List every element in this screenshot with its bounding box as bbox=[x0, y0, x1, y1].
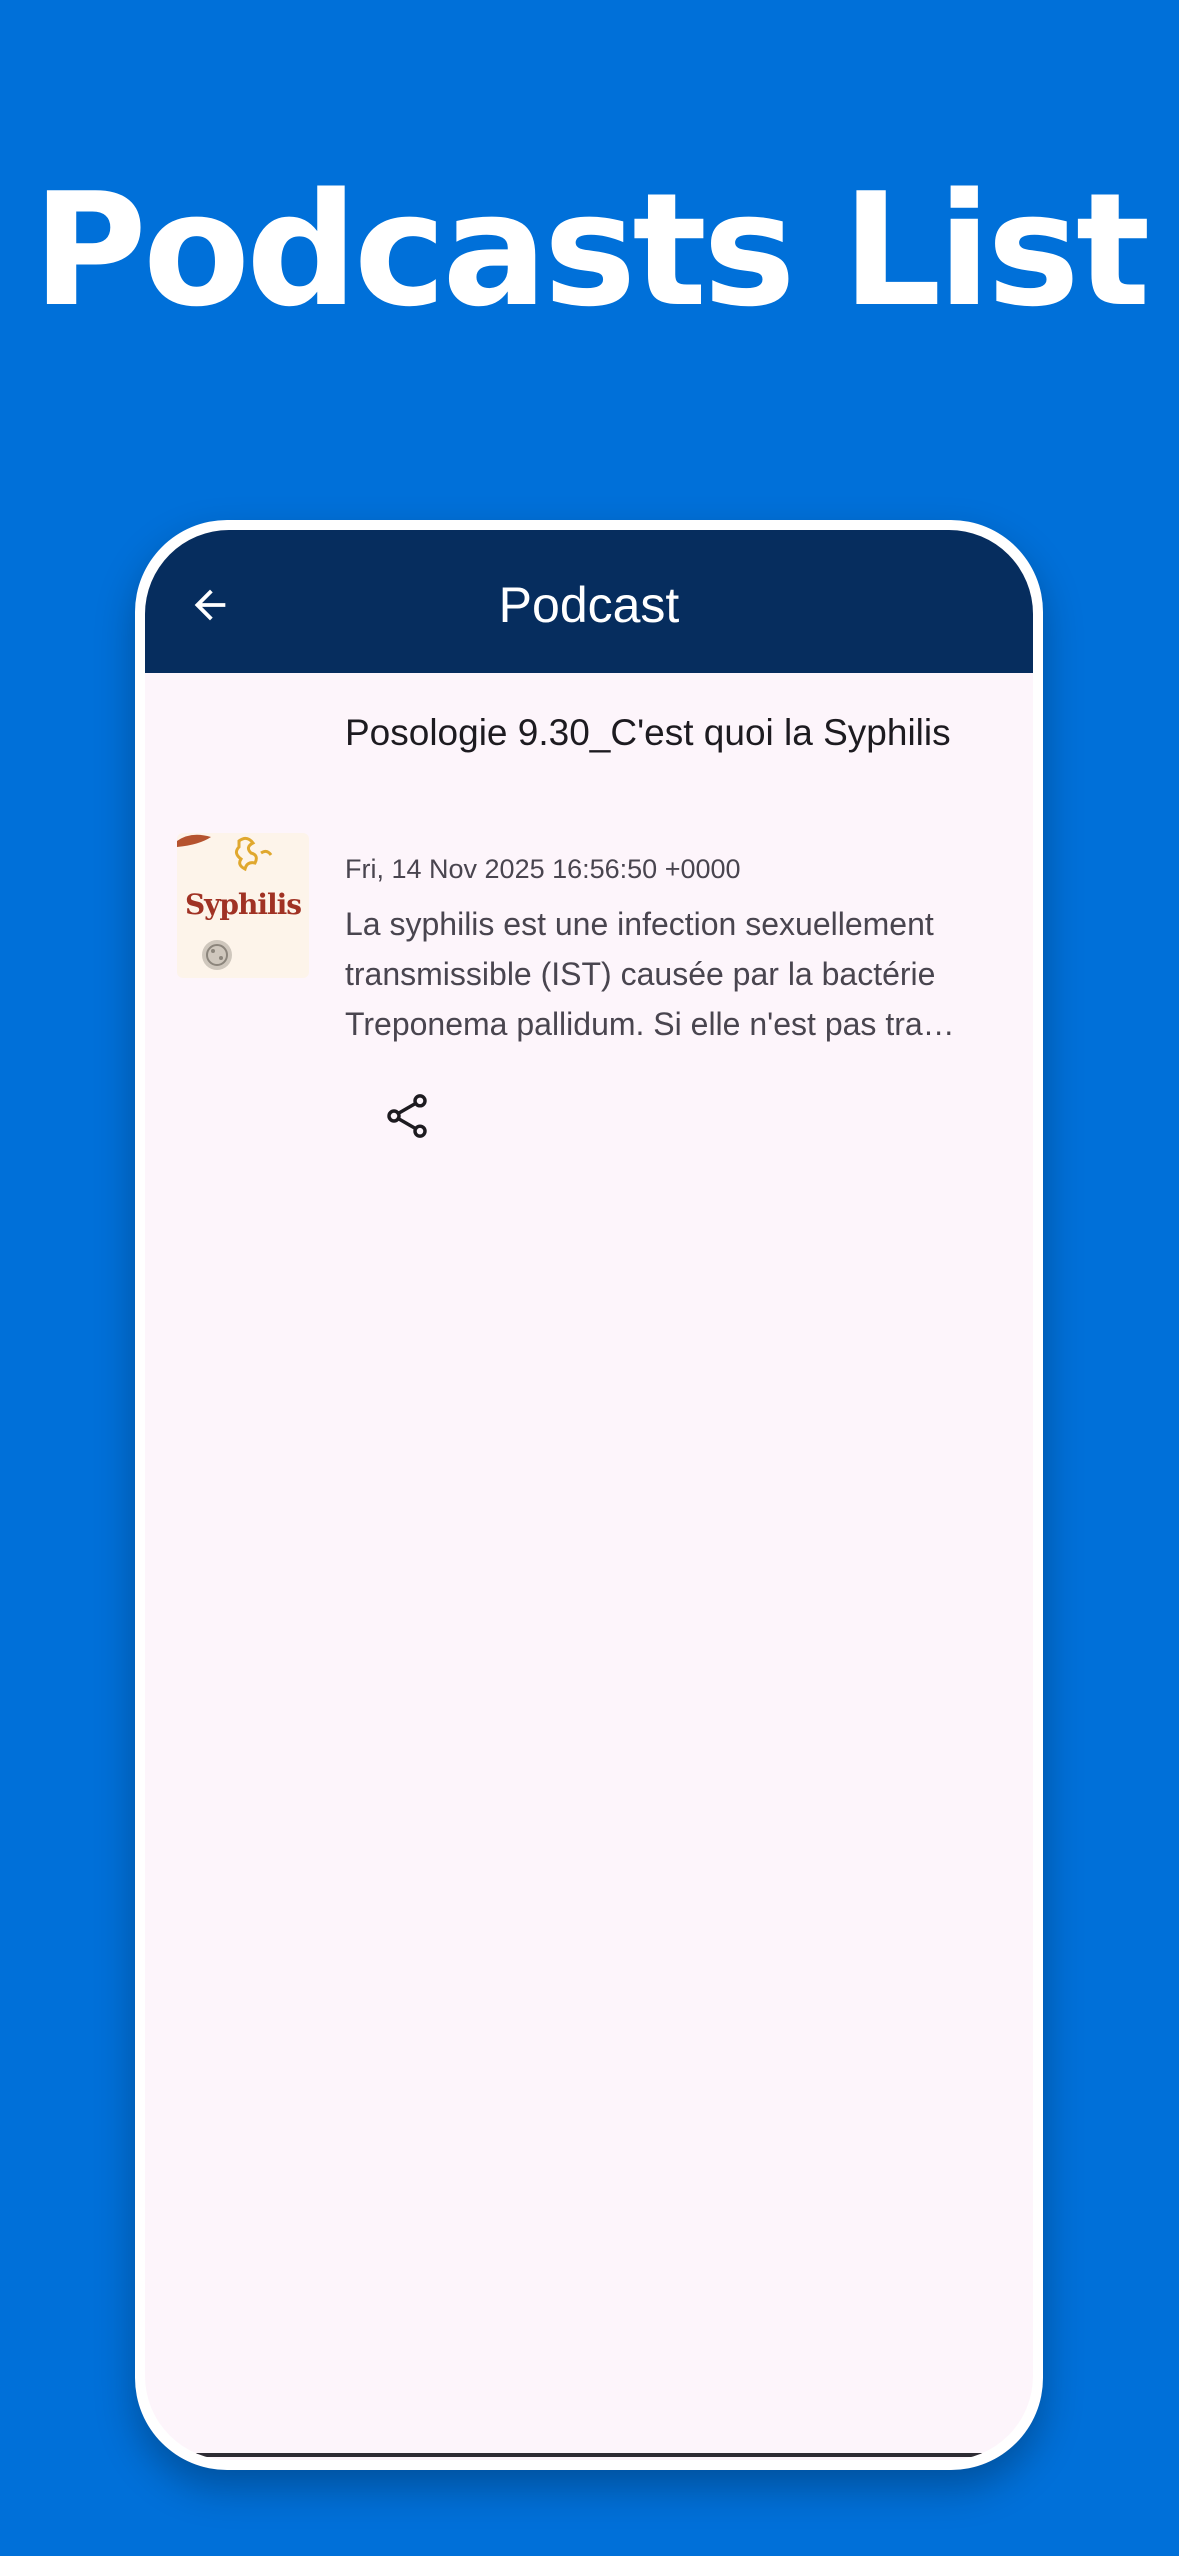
episode-description: La syphilis est une infection sexuelleme… bbox=[345, 906, 955, 1042]
home-indicator bbox=[195, 2453, 983, 2457]
app-bar-title: Podcast bbox=[498, 577, 680, 633]
app-screen: Podcast Syphilis Posologie 9.30_C'est qu… bbox=[145, 530, 1033, 2460]
phone-frame: Podcast Syphilis Posologie 9.30_C'est qu… bbox=[135, 520, 1043, 2470]
thumbnail-title: Syphilis bbox=[184, 888, 302, 921]
app-bar: Podcast bbox=[145, 530, 1033, 673]
episode-title: Posologie 9.30_C'est quoi la Syphilis bbox=[345, 712, 951, 753]
episode-thumbnail: Syphilis bbox=[177, 833, 309, 978]
share-icon bbox=[387, 1094, 427, 1138]
episode-date: Fri, 14 Nov 2025 16:56:50 +0000 bbox=[345, 854, 741, 884]
episode-list-item[interactable]: Syphilis Posologie 9.30_C'est quoi la Sy… bbox=[145, 673, 1033, 1138]
share-button[interactable] bbox=[367, 1076, 447, 1156]
promo-headline: Podcasts List bbox=[32, 159, 1151, 341]
